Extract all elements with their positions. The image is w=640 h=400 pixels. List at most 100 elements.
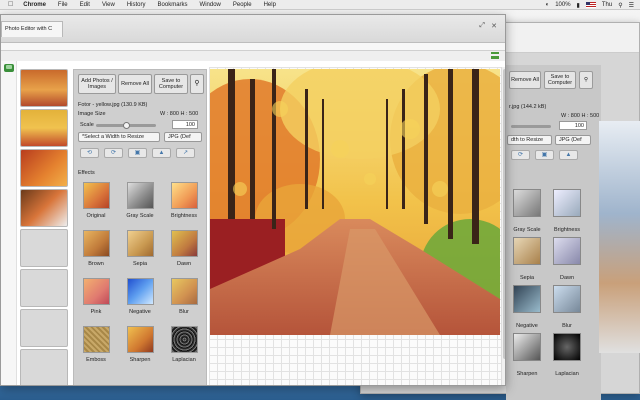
effect-original-thumb[interactable]: [82, 182, 110, 209]
bg-rotate-icon[interactable]: ⟳: [511, 150, 530, 160]
effect-negative-thumb[interactable]: [126, 278, 154, 305]
bg-effect-brightness-thumb[interactable]: [553, 189, 581, 217]
effect-negative[interactable]: Negative: [120, 278, 160, 315]
effect-pink[interactable]: Pink: [76, 278, 116, 315]
photo-thumbnail[interactable]: [20, 69, 68, 107]
menu-history[interactable]: History: [127, 2, 146, 8]
bg-effect-sharpen-thumb[interactable]: [513, 333, 541, 361]
bg-effect-sepia-thumb[interactable]: [513, 237, 541, 265]
effect-original[interactable]: Original: [76, 182, 116, 219]
menu-help[interactable]: Help: [264, 2, 276, 8]
image-size-label: Image Size: [78, 111, 106, 117]
share-icon[interactable]: ↗: [176, 148, 195, 158]
bg-search-icon[interactable]: ⚲: [579, 71, 593, 89]
effect-dawn[interactable]: Dawn: [164, 230, 204, 267]
search-icon[interactable]: ⚲: [618, 2, 622, 9]
bg-effect-negative-label: Negative: [516, 323, 538, 329]
chrome-window[interactable]: Photo Editor with C ⤢ ✕ Add Photos / Ima…: [0, 14, 506, 386]
upload-icon[interactable]: ▲: [152, 148, 171, 158]
bg-effect-laplacian-thumb[interactable]: [553, 333, 581, 361]
menu-view[interactable]: View: [102, 2, 115, 8]
battery-icon[interactable]: ▮: [577, 2, 580, 9]
menu-people[interactable]: People: [233, 2, 252, 8]
bg-effect-negative-thumb[interactable]: [513, 285, 541, 313]
bg-effect-laplacian-label: Laplacian: [555, 371, 579, 377]
apple-icon[interactable]: : [8, 1, 13, 8]
remove-all-button[interactable]: Remove All: [118, 74, 152, 94]
effect-laplacian[interactable]: Laplacian: [164, 326, 204, 363]
effect-sharpen-thumb[interactable]: [126, 326, 154, 353]
menu-window[interactable]: Window: [200, 2, 221, 8]
list-icon[interactable]: ☰: [629, 2, 634, 9]
effect-brightness-thumb[interactable]: [170, 182, 198, 209]
menu-edit[interactable]: Edit: [80, 2, 90, 8]
save-to-computer-button[interactable]: Save to Computer: [154, 74, 188, 94]
effect-dawn-thumb[interactable]: [170, 230, 198, 257]
rotate-right-icon[interactable]: ⟳: [104, 148, 123, 158]
effect-sepia-thumb[interactable]: [126, 230, 154, 257]
bg-crop-icon[interactable]: ▣: [535, 150, 554, 160]
effect-laplacian-thumb[interactable]: [170, 326, 198, 353]
effect-blur[interactable]: Blur: [164, 278, 204, 315]
chrome-titlebar: Photo Editor with C ⤢ ✕: [1, 15, 505, 43]
scale-input[interactable]: 100: [172, 120, 198, 129]
search-icon[interactable]: ⚲: [190, 74, 204, 94]
bg-format-select[interactable]: JPG (Def: [555, 135, 591, 145]
format-select[interactable]: JPG (Def: [164, 132, 202, 142]
bg-upload-icon[interactable]: ▲: [559, 150, 578, 160]
width-resize-select[interactable]: *Select a Width to Resize: [78, 132, 160, 142]
menu-chrome[interactable]: Chrome: [23, 2, 46, 8]
effect-pink-thumb[interactable]: [82, 278, 110, 305]
close-window-icon[interactable]: ✕: [491, 22, 497, 30]
effect-blur-label: Blur: [179, 309, 189, 315]
effect-dawn-label: Dawn: [176, 261, 192, 267]
vertical-scrollbar[interactable]: [501, 67, 505, 385]
add-photos-button[interactable]: Add Photos / Images: [78, 74, 116, 94]
effect-grayscale-thumb[interactable]: [126, 182, 154, 209]
tab-photo-editor[interactable]: Photo Editor with C: [1, 21, 63, 37]
photo-thumbnail[interactable]: [20, 189, 68, 227]
clock-label[interactable]: Thu: [602, 2, 612, 8]
bg-scale-input[interactable]: 100: [559, 121, 587, 130]
effect-brown-thumb[interactable]: [82, 230, 110, 257]
effect-brightness[interactable]: Brightness: [164, 182, 204, 219]
bg-effect-blur-thumb[interactable]: [553, 285, 581, 313]
rotate-left-icon[interactable]: ⟲: [80, 148, 99, 158]
bg-effect-blur-label: Blur: [562, 323, 572, 329]
bg-image-size: W : 800 H : 500: [561, 113, 600, 119]
effects-heading: Effects: [78, 170, 95, 176]
chrome-menu-icon[interactable]: [491, 52, 499, 59]
effect-sharpen[interactable]: Sharpen: [120, 326, 160, 363]
crop-icon[interactable]: ▣: [128, 148, 147, 158]
photo-thumbnail[interactable]: [20, 149, 68, 187]
effect-sepia[interactable]: Sepia: [120, 230, 160, 267]
scale-slider-knob[interactable]: [122, 122, 130, 129]
image-canvas[interactable]: [209, 67, 501, 385]
address-bar[interactable]: [1, 43, 505, 51]
empty-thumbnail-slot[interactable]: [20, 229, 68, 267]
empty-thumbnail-slot[interactable]: [20, 349, 68, 385]
bg-effect-grayscale-thumb[interactable]: [513, 189, 541, 217]
bg-width-select[interactable]: dth to Resize: [507, 135, 552, 145]
effect-blur-thumb[interactable]: [170, 278, 198, 305]
us-flag-icon[interactable]: [585, 2, 596, 8]
extension-app-icon[interactable]: [4, 64, 14, 72]
effect-brown[interactable]: Brown: [76, 230, 116, 267]
menu-file[interactable]: File: [58, 2, 68, 8]
effect-grayscale[interactable]: Gray Scale: [120, 182, 160, 219]
bg-remove-all-button[interactable]: Remove All: [509, 71, 541, 89]
photo-thumbnail[interactable]: [20, 109, 68, 147]
wifi-icon[interactable]: ◐: [546, 2, 550, 8]
bg-effect-dawn-thumb[interactable]: [553, 237, 581, 265]
bg-effect-brightness-label: Brightness: [554, 227, 580, 233]
effect-emboss[interactable]: Emboss: [76, 326, 116, 363]
effect-negative-label: Negative: [129, 309, 151, 315]
effect-emboss-thumb[interactable]: [82, 326, 110, 353]
bg-save-button[interactable]: Save to Computer: [544, 71, 576, 89]
empty-thumbnail-slot[interactable]: [20, 269, 68, 307]
scrollbar-thumb[interactable]: [503, 69, 505, 359]
fullscreen-icon[interactable]: ⤢: [479, 22, 485, 30]
empty-thumbnail-slot[interactable]: [20, 309, 68, 347]
bg-scale-track[interactable]: [511, 125, 551, 128]
menu-bookmarks[interactable]: Bookmarks: [158, 2, 188, 8]
